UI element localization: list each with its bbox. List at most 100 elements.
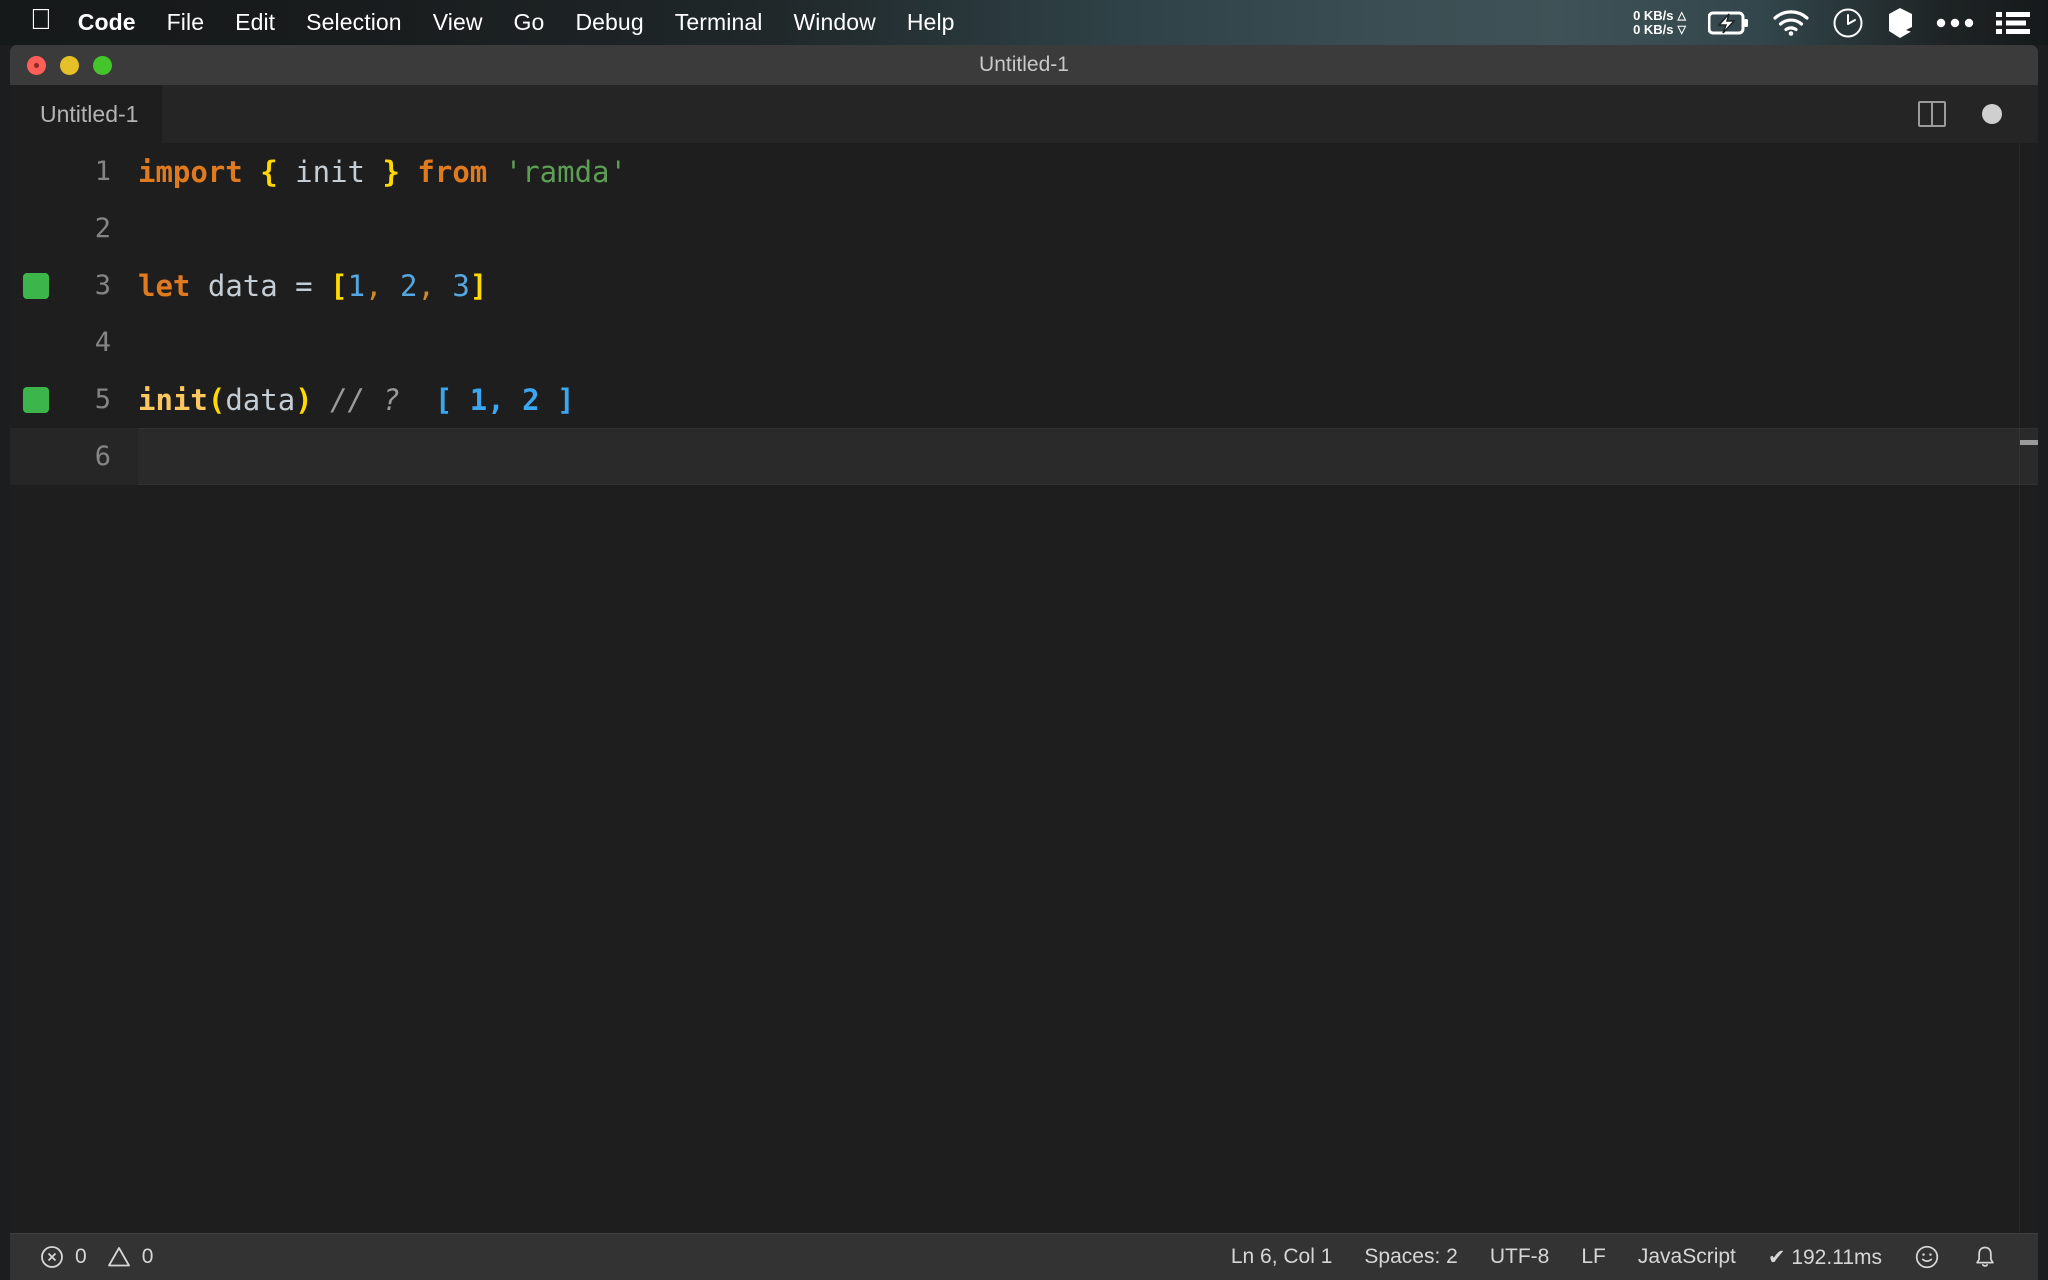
token-comment: // ?	[330, 382, 400, 417]
line-number: 2	[94, 213, 111, 244]
editor-tabbar: Untitled-1	[10, 85, 2038, 143]
overview-ruler-marker	[2020, 440, 2038, 445]
code-text: import { init } from 'ramda'	[138, 155, 627, 189]
token-ident	[313, 269, 330, 303]
list-menu-icon[interactable]	[1996, 10, 2030, 36]
tabbar-actions	[1918, 101, 2002, 127]
menu-item-code[interactable]: Code	[78, 9, 136, 36]
code-editor[interactable]: 1 import { init } from 'ramda' 2 3 let data …	[10, 143, 2038, 1233]
code-line[interactable]: 4	[10, 314, 2038, 371]
token-ident	[435, 269, 452, 303]
token-ident	[243, 155, 260, 189]
token-ident	[278, 269, 295, 303]
warning-count: 0	[141, 1245, 154, 1268]
upload-speed: 0 KB/s	[1633, 7, 1674, 23]
download-arrow-icon: ▽	[1677, 23, 1686, 36]
language-mode[interactable]: JavaScript	[1622, 1245, 1752, 1269]
macos-menubar:  Code File Edit Selection View Go Debug Termin…	[0, 0, 2048, 45]
menu-item-edit[interactable]: Edit	[235, 9, 275, 36]
problems-indicator[interactable]: 0 0	[40, 1245, 153, 1269]
indentation[interactable]: Spaces: 2	[1348, 1245, 1473, 1269]
error-circle-icon	[40, 1245, 64, 1269]
token-brace: (	[207, 382, 226, 417]
token-brace: ]	[469, 268, 488, 303]
line-number: 1	[94, 156, 111, 187]
code-text: init(data) // ? [ 1, 2 ]	[138, 383, 575, 417]
token-brace: }	[382, 154, 400, 189]
unsaved-dot-icon[interactable]	[1982, 104, 2002, 124]
token-result: [ 1, 2 ]	[434, 382, 575, 417]
bell-icon[interactable]	[1956, 1244, 2014, 1270]
eol-sequence[interactable]: LF	[1565, 1245, 1622, 1269]
menubar-status-area: 0 KB/s 0 KB/s △ ▽	[1633, 7, 2030, 39]
status-bar-right: Ln 6, Col 1 Spaces: 2 UTF-8 LF JavaScript ✔ 1…	[1215, 1244, 2014, 1270]
menu-item-go[interactable]: Go	[514, 9, 545, 36]
code-line[interactable]: 5 init(data) // ? [ 1, 2 ]	[10, 371, 2038, 428]
token-kw: from	[417, 154, 488, 189]
warning-triangle-icon	[107, 1245, 131, 1269]
token-kw: let	[138, 268, 191, 303]
menu-item-terminal[interactable]: Terminal	[675, 9, 763, 36]
token-brace: [	[330, 268, 348, 303]
split-editor-icon[interactable]	[1918, 101, 1946, 127]
upload-arrow-icon: △	[1677, 9, 1686, 22]
token-kw: import	[138, 154, 243, 189]
menu-item-help[interactable]: Help	[907, 9, 955, 36]
code-text: let data = [1, 2, 3]	[138, 269, 487, 303]
quokka-gutter-indicator[interactable]	[23, 272, 49, 299]
code-line[interactable]: 1 import { init } from 'ramda'	[10, 143, 2038, 200]
network-speed-indicator[interactable]: 0 KB/s 0 KB/s △ ▽	[1633, 7, 1686, 37]
quokka-gutter-indicator[interactable]	[23, 386, 49, 413]
encoding[interactable]: UTF-8	[1474, 1245, 1566, 1269]
tab-label: Untitled-1	[40, 100, 139, 127]
error-count: 0	[75, 1245, 87, 1268]
token-brace: {	[260, 154, 278, 189]
tab-untitled-1[interactable]: Untitled-1	[10, 85, 163, 143]
status-bar: 0 0 Ln 6, Col 1 Spaces: 2 UTF-8 LF JavaScrip…	[10, 1233, 2038, 1280]
menu-item-file[interactable]: File	[167, 9, 204, 36]
token-ident	[313, 383, 330, 417]
ellipsis-icon[interactable]	[1936, 17, 1974, 29]
token-punct: ,	[417, 268, 435, 303]
apple-logo-icon[interactable]: 	[30, 6, 52, 35]
menu-item-window[interactable]: Window	[793, 9, 875, 36]
token-brace: )	[295, 382, 313, 417]
token-num: 2	[399, 268, 418, 303]
window-title: Untitled-1	[979, 53, 1069, 76]
token-punct: ,	[365, 268, 383, 303]
window-titlebar: Untitled-1	[10, 45, 2038, 85]
code-line[interactable]: 6	[10, 428, 2038, 485]
cursor-position[interactable]: Ln 6, Col 1	[1215, 1245, 1349, 1269]
battery-charging-icon[interactable]	[1708, 10, 1750, 36]
smiley-icon[interactable]	[1898, 1244, 1956, 1270]
token-num: 1	[347, 268, 366, 303]
clock-icon[interactable]	[1832, 7, 1864, 39]
token-ident	[383, 269, 400, 303]
token-str: 'ramda'	[504, 154, 627, 189]
token-ident	[365, 155, 382, 189]
token-ident: init	[295, 154, 366, 189]
token-ident: data	[225, 382, 296, 417]
token-num: 3	[452, 268, 470, 303]
token-ident	[278, 155, 295, 189]
line-number: 6	[94, 441, 111, 472]
token-ident	[400, 155, 417, 189]
line-number: 4	[94, 327, 111, 358]
token-fn: init	[138, 382, 208, 417]
menu-item-view[interactable]: View	[433, 9, 483, 36]
token-ident	[400, 383, 435, 417]
menu-item-selection[interactable]: Selection	[306, 9, 402, 36]
vscode-window: Untitled-1 Untitled-1 1 import { init } f…	[10, 45, 2038, 1280]
token-ident	[487, 155, 504, 189]
token-ident	[190, 269, 207, 303]
token-eq: =	[295, 268, 313, 303]
editor-scrollbar[interactable]	[2020, 143, 2038, 1233]
quokka-runtime[interactable]: ✔ 192.11ms	[1752, 1245, 1898, 1270]
code-line[interactable]: 2	[10, 200, 2038, 257]
download-speed: 0 KB/s	[1633, 21, 1674, 37]
menu-item-debug[interactable]: Debug	[575, 9, 643, 36]
wifi-icon[interactable]	[1772, 9, 1810, 36]
token-ident: data	[207, 268, 278, 303]
cube-icon[interactable]	[1886, 7, 1914, 39]
code-line[interactable]: 3 let data = [1, 2, 3]	[10, 257, 2038, 314]
